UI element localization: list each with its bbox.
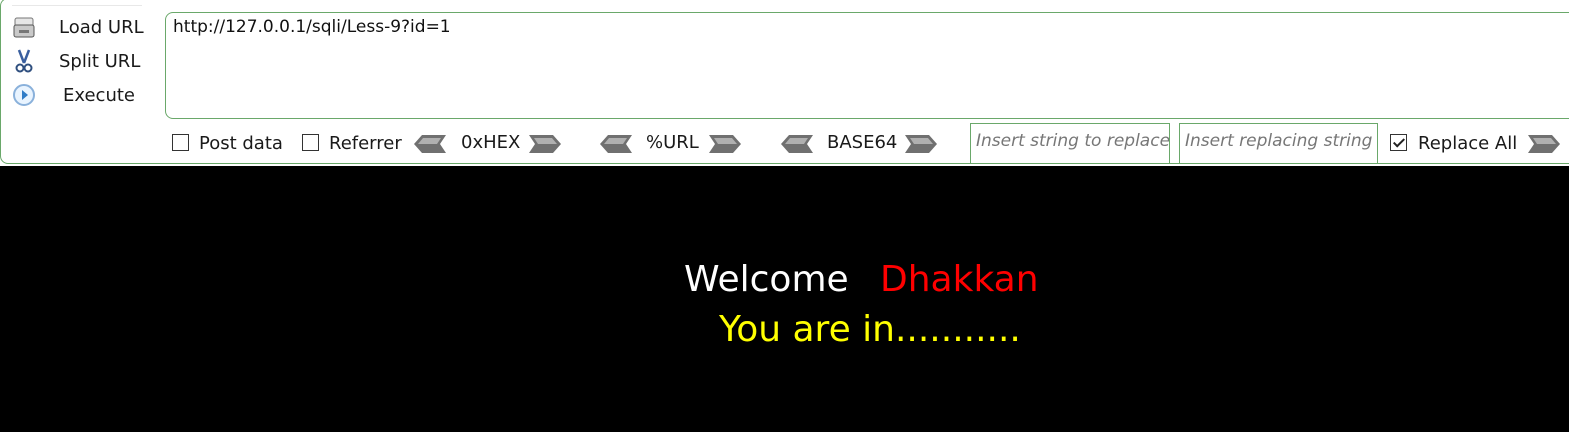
left-arrow-icon bbox=[781, 135, 813, 153]
load-url-icon bbox=[10, 13, 38, 41]
right-arrow-icon bbox=[905, 135, 937, 153]
load-url-button[interactable]: Load URL bbox=[10, 12, 144, 42]
top-strip bbox=[12, 0, 142, 6]
page-content: Welcome Dhakkan You are in........... bbox=[0, 166, 1569, 432]
base64-decode-button[interactable] bbox=[777, 132, 815, 156]
hex-encode-button[interactable] bbox=[527, 132, 565, 156]
split-url-button[interactable]: Split URL bbox=[10, 46, 140, 76]
hex-decode-button[interactable] bbox=[410, 132, 448, 156]
base64-label: BASE64 bbox=[827, 132, 898, 153]
post-data-label: Post data bbox=[199, 133, 283, 154]
play-icon bbox=[10, 81, 38, 109]
replace-all-label: Replace All bbox=[1418, 133, 1518, 154]
replace-string-placeholder: Insert string to replace bbox=[976, 131, 1170, 151]
replace-all-checkbox[interactable] bbox=[1390, 134, 1407, 151]
execute-label: Execute bbox=[63, 84, 135, 106]
url-label: %URL bbox=[646, 132, 699, 153]
hex-label: 0xHEX bbox=[461, 132, 521, 153]
replacing-string-input[interactable]: Insert replacing string bbox=[1179, 123, 1378, 164]
right-arrow-icon bbox=[1528, 135, 1560, 153]
url-value: http://127.0.0.1/sqli/Less-9?id=1 bbox=[173, 17, 451, 37]
replacing-string-placeholder: Insert replacing string bbox=[1185, 131, 1373, 151]
replace-button[interactable] bbox=[1526, 132, 1564, 156]
referrer-label: Referrer bbox=[329, 133, 402, 154]
right-arrow-icon bbox=[709, 135, 741, 153]
url-decode-button[interactable] bbox=[596, 132, 634, 156]
base64-encode-button[interactable] bbox=[903, 132, 941, 156]
login-message: You are in........... bbox=[719, 309, 1021, 350]
url-encode-button[interactable] bbox=[707, 132, 745, 156]
username-text: Dhakkan bbox=[880, 259, 1039, 300]
referrer-checkbox[interactable] bbox=[302, 134, 319, 151]
left-arrow-icon bbox=[414, 135, 446, 153]
post-data-checkbox[interactable] bbox=[172, 134, 189, 151]
url-textarea[interactable]: http://127.0.0.1/sqli/Less-9?id=1 bbox=[165, 12, 1569, 119]
split-url-label: Split URL bbox=[59, 50, 141, 72]
left-arrow-icon bbox=[600, 135, 632, 153]
scissors-icon bbox=[10, 47, 38, 75]
right-arrow-icon bbox=[529, 135, 561, 153]
replace-string-input[interactable]: Insert string to replace bbox=[970, 123, 1170, 164]
execute-button[interactable]: Execute bbox=[10, 80, 135, 110]
hackbar-toolbar: Load URL Split URL Execute http://127.0.… bbox=[0, 0, 1569, 166]
welcome-text: Welcome bbox=[684, 259, 849, 300]
load-url-label: Load URL bbox=[59, 16, 144, 38]
